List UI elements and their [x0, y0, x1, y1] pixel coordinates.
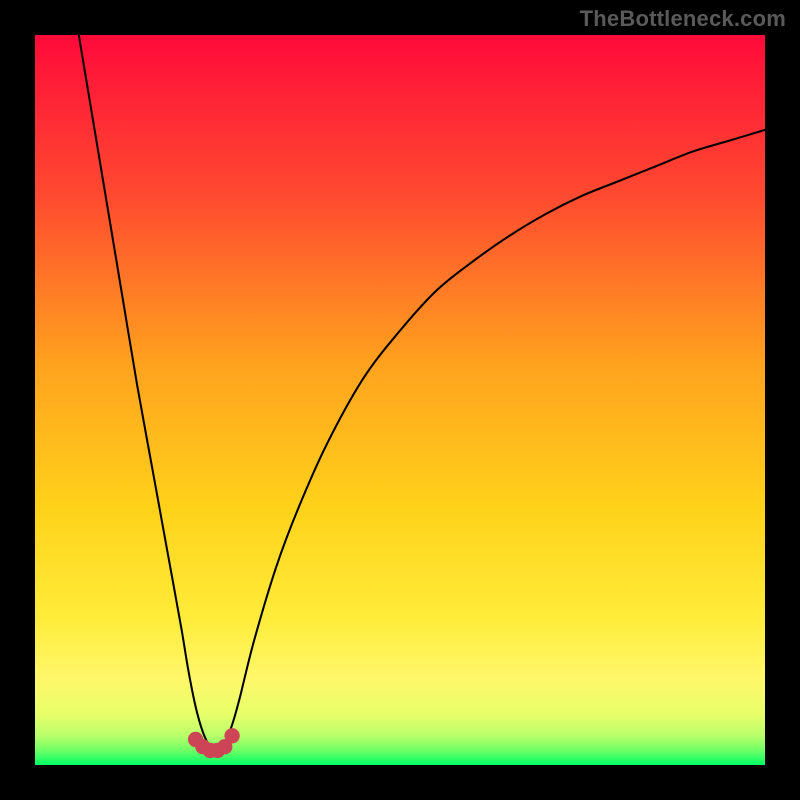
chart-frame: TheBottleneck.com — [0, 0, 800, 800]
valley-marker — [224, 728, 239, 743]
gradient-background — [35, 35, 765, 765]
watermark-text: TheBottleneck.com — [580, 6, 786, 32]
bottleneck-curve-chart — [35, 35, 765, 765]
